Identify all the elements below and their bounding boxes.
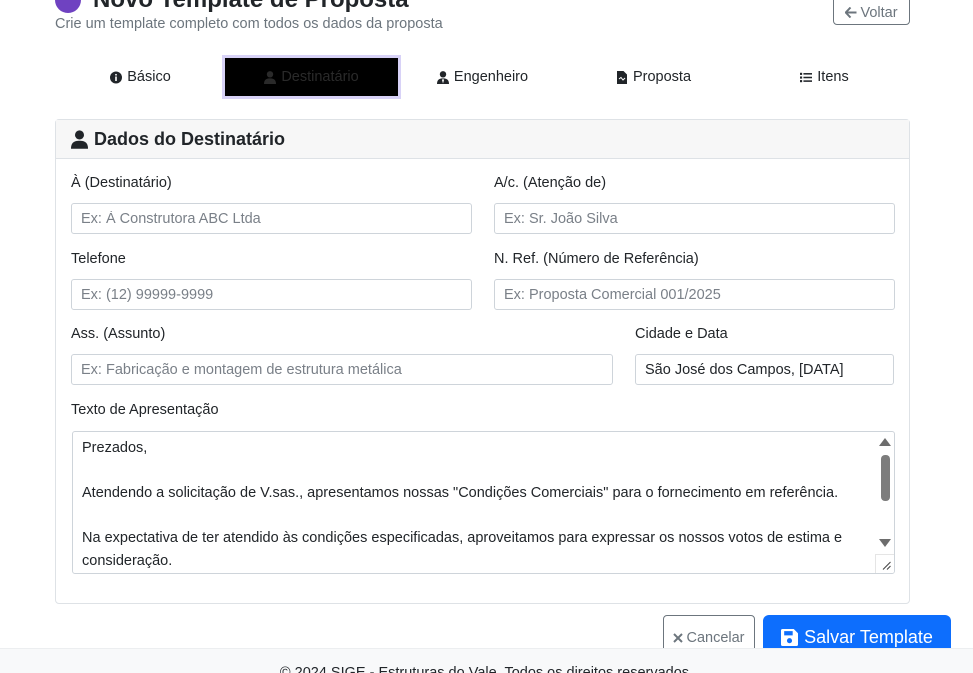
text-line: Na expectativa de ter atendido às condiç… <box>82 530 843 569</box>
list-icon <box>800 72 813 82</box>
scroll-down-arrow-icon[interactable] <box>879 539 891 547</box>
file-icon <box>616 70 627 84</box>
text-line <box>82 505 878 528</box>
page-footer: © 2024 SIGE - Estruturas do Vale. Todos … <box>0 648 973 673</box>
telefone-label: Telefone <box>71 251 126 267</box>
apresentacao-textarea[interactable]: Prezados, Atendendo a solicitação de V.s… <box>72 431 895 574</box>
save-icon <box>781 629 799 646</box>
back-button[interactable]: Voltar <box>833 0 910 25</box>
page-subtitle: Crie um template completo com todos os d… <box>55 16 443 32</box>
tab-label: Engenheiro <box>453 69 529 85</box>
scroll-up-arrow-icon[interactable] <box>879 438 891 446</box>
back-button-label: Voltar <box>860 4 898 21</box>
tab-proposta[interactable]: Proposta <box>568 55 739 99</box>
user-tie-icon <box>436 70 449 84</box>
save-button-label: Salvar Template <box>804 627 933 647</box>
textarea-scrollbar[interactable] <box>875 432 894 552</box>
page-title: Novo Template de Proposta <box>93 0 409 14</box>
tab-label: Básico <box>127 69 171 85</box>
tab-label: Destinatário <box>281 69 359 85</box>
text-line: Atendendo a solicitação de V.sas., apres… <box>82 485 839 501</box>
cidade-data-input[interactable] <box>635 354 894 385</box>
apresentacao-text: Prezados, Atendendo a solicitação de V.s… <box>82 437 878 572</box>
resize-handle-icon[interactable] <box>875 554 894 573</box>
referencia-label: N. Ref. (Número de Referência) <box>494 251 699 267</box>
template-icon <box>55 0 81 13</box>
telefone-input[interactable] <box>71 279 472 310</box>
arrow-left-icon <box>845 7 857 18</box>
referencia-input[interactable] <box>494 279 895 310</box>
scroll-thumb[interactable] <box>881 455 890 501</box>
tab-destinatario[interactable]: Destinatário <box>222 55 401 99</box>
text-line <box>82 460 878 483</box>
tab-label: Itens <box>817 69 849 85</box>
destinatario-input[interactable] <box>71 203 472 234</box>
tab-bar: Básico Destinatário Engenheiro Proposta … <box>55 55 910 99</box>
page: Novo Template de Proposta Crie um templa… <box>0 0 973 673</box>
apresentacao-label: Texto de Apresentação <box>71 402 219 418</box>
assunto-label: Ass. (Assunto) <box>71 326 166 342</box>
recipient-card: Dados do Destinatário À (Destinatário) A… <box>55 119 910 604</box>
atencao-label: A/c. (Atenção de) <box>494 175 607 191</box>
card-header: Dados do Destinatário <box>56 120 909 159</box>
assunto-input[interactable] <box>71 354 613 385</box>
tab-basico[interactable]: Básico <box>55 55 226 99</box>
card-title: Dados do Destinatário <box>94 128 286 149</box>
text-line: Prezados, <box>82 440 148 456</box>
atencao-input[interactable] <box>494 203 895 234</box>
tab-label: Proposta <box>632 69 692 85</box>
info-circle-icon <box>110 71 123 83</box>
cancel-button-label: Cancelar <box>686 629 745 646</box>
tab-engenheiro[interactable]: Engenheiro <box>397 55 568 99</box>
destinatario-label: À (Destinatário) <box>71 175 172 191</box>
cidade-data-label: Cidade e Data <box>635 326 728 342</box>
user-icon <box>264 70 277 84</box>
tab-itens[interactable]: Itens <box>739 55 910 99</box>
close-icon <box>673 632 684 643</box>
page-title-row: Novo Template de Proposta <box>55 0 409 14</box>
user-icon <box>71 129 88 149</box>
